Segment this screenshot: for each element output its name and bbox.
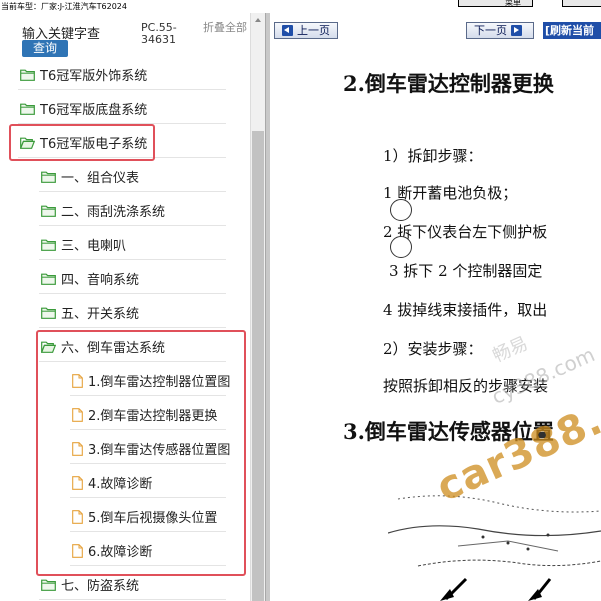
manufacturer-label: 厂家:J-江淮汽车T62024 [41,2,127,11]
document-toolbar: 上一页 下一页 [刷新当前 [270,19,601,41]
top-bar: 当前车型：厂家:J-江淮汽车T62024 菜单 [0,0,601,13]
scroll-thumb[interactable] [252,131,264,601]
folder-icon [41,171,56,183]
section-heading-controller-replace: 2.倒车雷达控制器更换 [343,71,554,96]
folder-icon [41,239,56,251]
tree-divider [18,89,226,90]
scroll-up-arrow-icon[interactable] [251,13,266,28]
search-button[interactable]: 查询 [22,40,68,57]
highlight-electronic-system [9,124,155,161]
highlight-reverse-radar-group [36,330,246,576]
tree-folder-item[interactable]: 三、电喇叭 [41,228,126,261]
tree-divider [39,225,226,226]
arrow-left-icon [282,25,293,36]
tree-divider [39,259,226,260]
tree-item-label: T6冠军版外饰系统 [40,69,148,84]
collapse-all-link[interactable]: 折叠全部 [203,22,247,34]
tree-folder-item[interactable]: T6冠军版底盘系统 [20,92,147,125]
folder-icon [41,307,56,319]
menu-button[interactable]: 菜单 [458,0,533,7]
tree-folder-item[interactable]: 五、开关系统 [41,296,139,329]
document-content: 2.倒车雷达控制器更换 1）拆卸步骤： 1 断开蓄电池负极； 2 拆下仪表台左下… [270,41,601,601]
folder-icon [41,579,56,591]
step-remove-heading: 1）拆卸步骤： [383,147,483,165]
sensor-position-diagram [388,495,601,601]
sidebar-scrollbar[interactable] [250,13,265,601]
tree-item-label: 一、组合仪表 [61,171,140,186]
tree-divider [39,327,226,328]
document-pane: 上一页 下一页 [刷新当前 2.倒车雷达控制器更换 1）拆卸步骤： 1 断开蓄电… [270,13,601,601]
tree-item-label: 二、雨刮洗涤系统 [61,205,166,220]
tree-folder-item[interactable]: 一、组合仪表 [41,160,139,193]
watermark-cn: 畅易 [489,333,532,367]
pc-code: PC.55-34631 [141,21,177,46]
current-model-label: 当前车型： [1,2,41,11]
prev-page-button[interactable]: 上一页 [274,22,338,39]
arrow-right-icon [511,25,522,36]
tree-item-label: 四、音响系统 [61,273,140,288]
circle-marker-2 [390,236,412,258]
search-row: 输入关键字查 查询 PC.55-34631 折叠全部 [0,13,250,59]
next-page-button[interactable]: 下一页 [466,22,534,39]
section-heading-sensor-position: 3.倒车雷达传感器位置 [343,419,554,444]
tree-item-label: T6冠军版底盘系统 [40,103,148,118]
refresh-current-link[interactable]: [刷新当前 [543,22,601,39]
tree-folder-item[interactable]: 二、雨刮洗涤系统 [41,194,165,227]
tree-item-label: 三、电喇叭 [61,239,127,254]
folder-icon [20,103,35,115]
tree-folder-item[interactable]: 四、音响系统 [41,262,139,295]
folder-icon [20,69,35,81]
tree-divider [39,293,226,294]
step-line-4: 4 拔掉线束接插件，取出 [383,301,548,319]
folder-icon [41,273,56,285]
tree-divider [39,191,226,192]
circle-marker-1 [390,199,412,221]
tree-item-label: 五、开关系统 [61,307,140,322]
install-text: 按照拆卸相反的步骤安装 [383,377,549,395]
tree-divider [39,599,226,600]
folder-icon [41,205,56,217]
sidebar: 输入关键字查 查询 PC.55-34631 折叠全部 T6冠军版外饰系统 T6冠军… [0,13,266,601]
step-line-3: 3 拆下 2 个控制器固定 [389,262,543,280]
tree-item-label: 七、防盗系统 [61,579,140,594]
tree-folder-item[interactable]: T6冠军版外饰系统 [20,58,147,91]
step-install-heading: 2）安装步骤： [383,340,483,358]
top-right-button[interactable] [562,0,601,7]
